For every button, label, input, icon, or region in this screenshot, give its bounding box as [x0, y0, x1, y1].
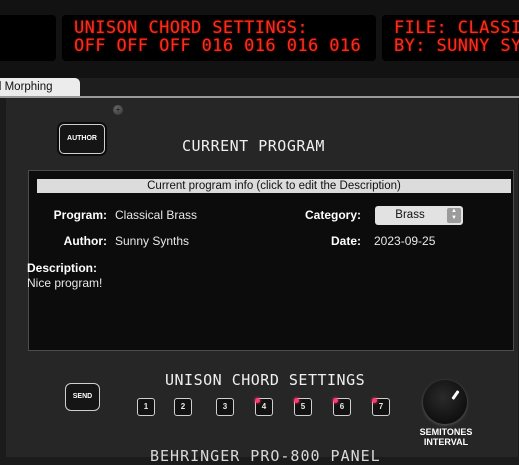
lcd-main-display: UNISON CHORD SETTINGS: OFF OFF OFF 016 0… [62, 15, 376, 61]
updown-chevron-icon: ▲ ▼ [447, 208, 461, 223]
date-label: Date: [330, 234, 361, 248]
program-info-header[interactable]: Current program info (click to edit the … [37, 179, 511, 193]
program-label: Program: [53, 208, 107, 222]
knob-label-line2: INTERVAL [423, 437, 469, 447]
author-value: Sunny Synths [115, 234, 190, 248]
lcd-file-line2: BY: SUNNY SY [394, 36, 519, 56]
screw-icon: + [113, 105, 123, 115]
description-label: Description: [27, 261, 98, 275]
semitones-interval-label: SEMITONES INTERVAL [405, 427, 487, 447]
program-info-box[interactable]: Current program info (click to edit the … [28, 170, 514, 351]
voice-label-7: 7 [378, 402, 384, 411]
voice-led-5 [294, 398, 299, 403]
semitones-interval-knob[interactable] [423, 380, 467, 424]
knob-label-line1: SEMITONES [419, 427, 473, 437]
top-display-bar: UNISON CHORD SETTINGS: OFF OFF OFF 016 0… [0, 0, 519, 78]
voice-label-6: 6 [339, 402, 345, 411]
voice-button-1[interactable]: 1 [137, 398, 155, 416]
voice-button-4[interactable]: 4 [255, 398, 273, 416]
voice-led-4 [255, 398, 260, 403]
knob-indicator [451, 390, 460, 400]
voice-label-5: 5 [300, 402, 306, 411]
voice-label-1: 1 [143, 402, 149, 411]
program-value: Classical Brass [115, 208, 198, 222]
panel-brand-title: BEHRINGER PRO-800 PANEL [150, 447, 381, 465]
category-select[interactable]: Brass ▲ ▼ [375, 206, 463, 225]
category-select-value: Brass [395, 209, 425, 221]
voice-label-2: 2 [180, 402, 186, 411]
unison-chord-title: UNISON CHORD SETTINGS [165, 371, 366, 389]
send-button[interactable]: SEND [65, 383, 100, 411]
voice-led-7 [372, 398, 377, 403]
lcd-main-line2: OFF OFF OFF 016 016 016 016 [74, 36, 362, 56]
description-value[interactable]: Nice program! [27, 276, 102, 290]
voice-button-3[interactable]: 3 [216, 398, 234, 416]
author-label: Author: [63, 234, 107, 248]
voice-button-2[interactable]: 2 [174, 398, 192, 416]
voice-button-5[interactable]: 5 [294, 398, 312, 416]
category-label: Category: [304, 208, 361, 222]
date-value: 2023-09-25 [374, 234, 436, 248]
lcd-main-line1: UNISON CHORD SETTINGS: [74, 18, 308, 38]
tab-morphing[interactable]: d Morphing [0, 78, 80, 96]
lcd-left-display [0, 15, 56, 61]
voice-label-3: 3 [222, 402, 228, 411]
voice-label-4: 4 [261, 402, 267, 411]
voice-button-6[interactable]: 6 [333, 398, 351, 416]
lcd-file-display: FILE: CLASSI BY: SUNNY SY [382, 15, 519, 61]
current-program-title: CURRENT PROGRAM [182, 137, 325, 155]
tab-strip: d Morphing [0, 78, 519, 96]
voice-button-7[interactable]: 7 [372, 398, 390, 416]
lcd-file-line1: FILE: CLASSI [394, 18, 519, 38]
voice-led-6 [333, 398, 338, 403]
author-button[interactable]: AUTHOR [59, 124, 105, 154]
